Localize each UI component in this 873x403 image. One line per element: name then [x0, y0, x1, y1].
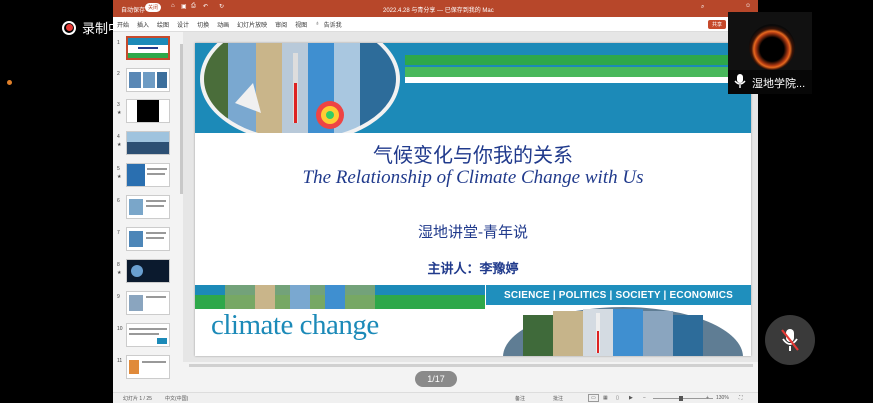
- editor-scrollbar[interactable]: [189, 364, 753, 367]
- thumb-number: 10: [117, 326, 123, 332]
- language-indicator[interactable]: 中文(中国): [165, 395, 188, 402]
- tab-design[interactable]: 设计: [177, 20, 189, 29]
- autosave-toggle[interactable]: 关闭: [145, 3, 162, 12]
- slide-title-cn: 气候变化与你我的关系: [373, 143, 573, 167]
- slide-thumbnail-6[interactable]: [126, 195, 170, 219]
- thumb-star-icon: ★: [117, 110, 122, 116]
- slide-thumbnail-5[interactable]: [126, 163, 170, 187]
- comments-button[interactable]: 批注: [553, 395, 563, 402]
- status-bar: 幻灯片 1 / 25 中文(中国) 备注 批注 ▭ ▦ ▯ ▶ − + 130%…: [113, 392, 758, 403]
- powerpoint-window: 自动保存 关闭 ⌂ ▣ ⎙ ↶ ↻ 2022.4.28 与青分享 — 已保存到我…: [113, 0, 758, 403]
- share-button[interactable]: 共享: [707, 20, 726, 29]
- slide-thumbnail-4[interactable]: [126, 131, 170, 155]
- slide-count: 幻灯片 1 / 25: [123, 396, 152, 402]
- slide-thumbnail-11[interactable]: [126, 355, 170, 379]
- slide-thumbnail-8[interactable]: [126, 259, 170, 283]
- header-stripe: [405, 67, 751, 77]
- fit-slide-icon[interactable]: ⛶: [739, 395, 743, 401]
- climate-photo-collage: [195, 43, 400, 133]
- slide-thumbnail-9[interactable]: [126, 291, 170, 315]
- thumb-number: 6: [117, 198, 120, 204]
- zoom-out-icon[interactable]: −: [643, 395, 646, 401]
- undo-icon[interactable]: ↶: [203, 3, 208, 10]
- thumb-number: 5: [117, 166, 120, 172]
- thumb-number: 11: [117, 358, 123, 364]
- zoom-level[interactable]: 130%: [716, 395, 729, 401]
- thumb-number: 3: [117, 102, 120, 108]
- sorter-view-icon[interactable]: ▦: [603, 395, 608, 401]
- thumb-number: 1: [117, 40, 120, 46]
- participant-avatar: [749, 24, 795, 70]
- tab-draw[interactable]: 绘图: [157, 20, 169, 29]
- mute-button[interactable]: [765, 315, 815, 365]
- tab-home[interactable]: 开始: [117, 20, 129, 29]
- slide-thumbnail-10[interactable]: [126, 323, 170, 347]
- home-icon[interactable]: ⌂: [171, 3, 175, 9]
- autosave-label: 自动保存: [121, 8, 146, 14]
- zoom-slider-thumb[interactable]: [679, 396, 683, 401]
- slide-thumbnail-3[interactable]: [126, 99, 170, 123]
- current-slide[interactable]: 气候变化与你我的关系 The Relationship of Climate C…: [195, 43, 751, 356]
- status-dot: [7, 80, 12, 85]
- record-icon: [62, 20, 76, 35]
- notes-button[interactable]: 备注: [515, 395, 525, 402]
- zoom-in-icon[interactable]: +: [706, 395, 709, 401]
- account-icon[interactable]: ☺: [745, 3, 751, 9]
- search-icon[interactable]: ⌕: [701, 4, 704, 11]
- thumb-star-icon: ★: [117, 270, 122, 276]
- slide-title-en: The Relationship of Climate Change with …: [302, 167, 644, 188]
- normal-view-icon[interactable]: ▭: [588, 394, 599, 402]
- zoom-slider[interactable]: [653, 398, 713, 399]
- tab-animations[interactable]: 动画: [217, 20, 229, 29]
- thumb-number: 7: [117, 230, 120, 236]
- tab-transitions[interactable]: 切换: [197, 20, 209, 29]
- thumb-star-icon: ★: [117, 174, 122, 180]
- header-stripe: [405, 55, 751, 65]
- microphone-muted-icon: [781, 329, 799, 351]
- thumb-number: 8: [117, 262, 120, 268]
- slide-thumbnail-pane: 1 2 3 ★ 4 ★ 5 ★ 6 7 8 ★ 9 10 11: [113, 32, 183, 392]
- subjects-banner: SCIENCE | POLITICS | SOCIETY | ECONOMICS: [486, 285, 751, 305]
- ribbon-tabs: 开始 插入 绘图 设计 切换 动画 幻灯片放映 审阅 视图 ♁ 告诉我 共享: [113, 17, 758, 32]
- microphone-icon: [734, 74, 746, 88]
- footer-photo-collage: [503, 307, 743, 356]
- slide-thumbnail-1[interactable]: [126, 36, 170, 60]
- tell-me-search[interactable]: 告诉我: [324, 20, 342, 29]
- slide-thumbnail-2[interactable]: [126, 68, 170, 92]
- tab-view[interactable]: 视图: [295, 20, 307, 29]
- save-icon[interactable]: ▣: [181, 3, 187, 10]
- window-title: 2022.4.28 与青分享 — 已保存到我的 Mac: [383, 8, 494, 14]
- tab-slideshow[interactable]: 幻灯片放映: [237, 20, 267, 29]
- slide-thumbnail-7[interactable]: [126, 227, 170, 251]
- header-stripe: [405, 77, 751, 83]
- lightbulb-icon: ♁: [315, 21, 320, 27]
- page-indicator: 1/17: [415, 371, 457, 387]
- climate-change-wordmark: climate change: [211, 309, 379, 341]
- lecture-series: 湿地讲堂-青年说: [417, 223, 529, 241]
- print-icon[interactable]: ⎙: [191, 3, 196, 10]
- tab-insert[interactable]: 插入: [137, 20, 149, 29]
- reading-view-icon[interactable]: ▯: [616, 395, 619, 401]
- thumb-number: 2: [117, 71, 120, 77]
- thumb-star-icon: ★: [117, 142, 122, 148]
- speaker-name: 主讲人：李豫婷: [427, 262, 519, 277]
- tab-review[interactable]: 审阅: [275, 20, 287, 29]
- footer-photo-strip: [195, 285, 485, 309]
- redo-icon[interactable]: ↻: [219, 3, 224, 10]
- participant-name: 湿地学院...: [752, 78, 806, 90]
- slideshow-view-icon[interactable]: ▶: [629, 395, 633, 401]
- thumb-number: 4: [117, 134, 120, 140]
- thumb-number: 9: [117, 294, 120, 300]
- title-bar: 自动保存 关闭 ⌂ ▣ ⎙ ↶ ↻ 2022.4.28 与青分享 — 已保存到我…: [113, 0, 758, 17]
